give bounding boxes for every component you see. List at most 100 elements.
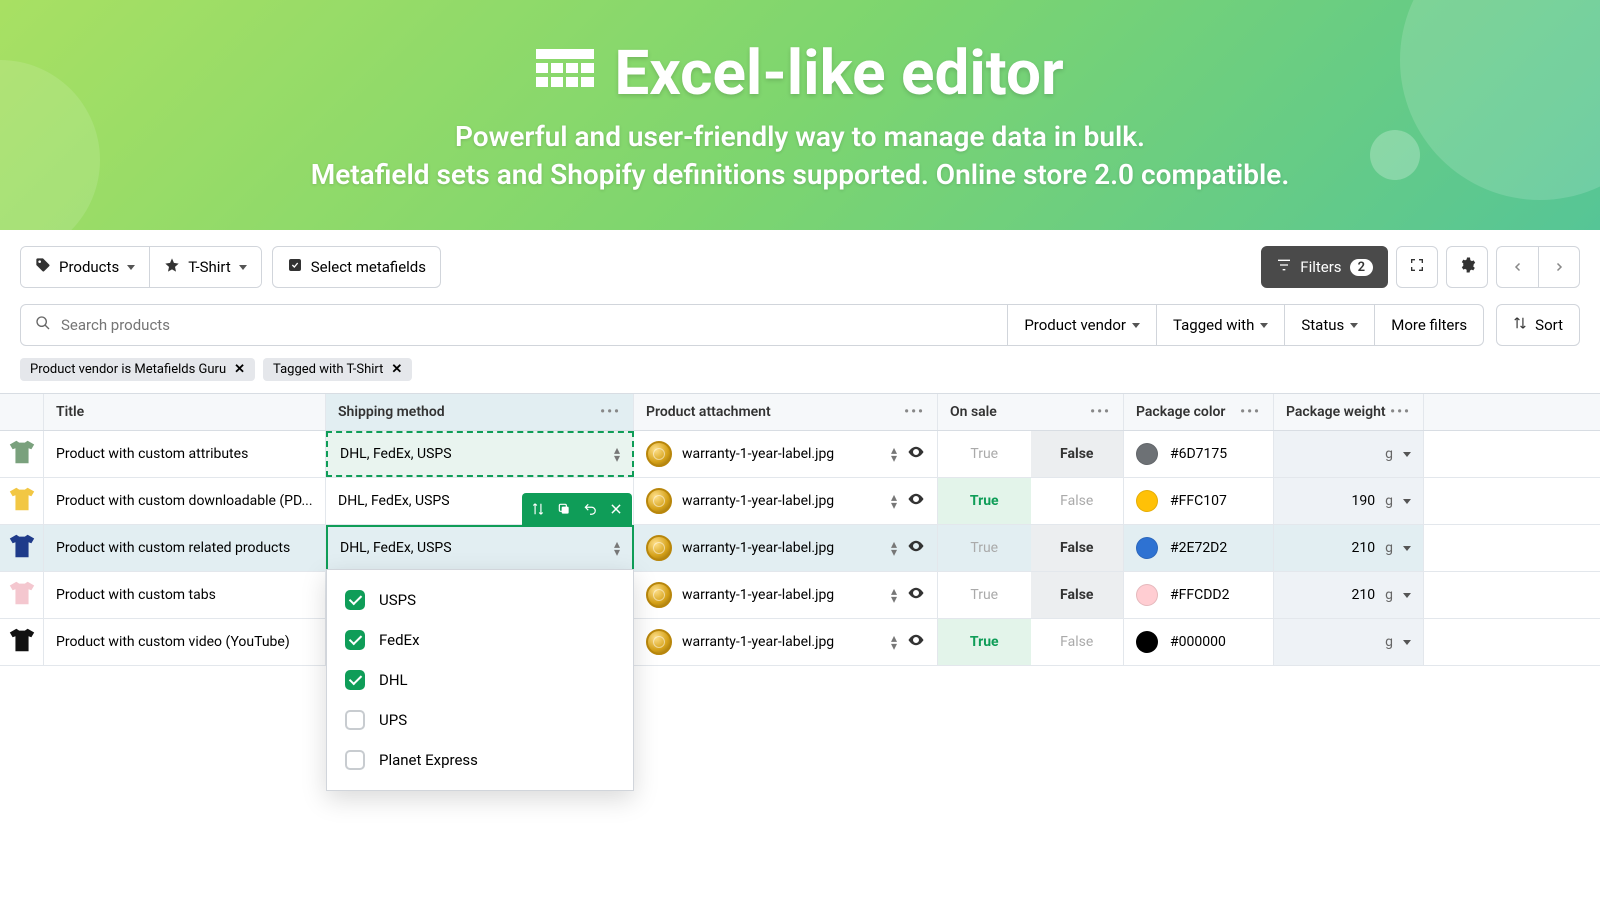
weight-cell[interactable]: g	[1274, 619, 1424, 665]
stepper-icon[interactable]: ▴▾	[891, 540, 897, 556]
stepper-icon[interactable]: ▴▾	[614, 446, 620, 462]
onsale-false[interactable]: False	[1031, 478, 1124, 524]
tagged-filter-dropdown[interactable]: Tagged with	[1157, 304, 1285, 346]
weight-cell[interactable]: 190g	[1274, 478, 1424, 524]
eye-icon[interactable]	[907, 537, 925, 559]
table-row[interactable]: Product with custom downloadable (PD...D…	[0, 478, 1600, 525]
col-onsale-header[interactable]: On sale•••	[938, 394, 1124, 430]
chevron-down-icon[interactable]	[1403, 499, 1411, 504]
col-weight-header[interactable]: Package weight•••	[1274, 394, 1424, 430]
stepper-icon[interactable]: ▴▾	[891, 446, 897, 462]
prev-button[interactable]	[1496, 246, 1538, 288]
chevron-down-icon[interactable]	[1403, 546, 1411, 551]
close-icon[interactable]: ✕	[234, 362, 245, 377]
onsale-cell[interactable]: True False	[938, 478, 1124, 524]
onsale-cell[interactable]: True False	[938, 619, 1124, 665]
column-menu-icon[interactable]: •••	[1240, 404, 1261, 420]
col-title-header[interactable]: Title	[44, 394, 326, 430]
color-cell[interactable]: #FFCDD2	[1124, 572, 1274, 618]
color-cell[interactable]: #2E72D2	[1124, 525, 1274, 571]
column-menu-icon[interactable]: •••	[1390, 404, 1411, 420]
swap-icon[interactable]	[526, 497, 550, 521]
column-menu-icon[interactable]: •••	[600, 404, 621, 420]
weight-cell[interactable]: g	[1274, 431, 1424, 477]
close-icon[interactable]: ✕	[391, 362, 402, 377]
products-dropdown[interactable]: Products	[21, 247, 149, 287]
onsale-cell[interactable]: True False	[938, 572, 1124, 618]
select-metafields-button[interactable]: Select metafields	[272, 246, 441, 288]
product-title-cell[interactable]: Product with custom tabs	[44, 572, 326, 618]
table-row[interactable]: Product with custom video (YouTube) ▴▾ wa…	[0, 619, 1600, 666]
tshirt-dropdown[interactable]: T-Shirt	[149, 247, 261, 287]
shipping-method-cell[interactable]: DHL, FedEx, USPS▴▾	[326, 431, 634, 477]
shipping-method-cell[interactable]: DHL, FedEx, USPS▴▾ USPSFedExDHLUPSPlanet…	[326, 525, 634, 571]
eye-icon[interactable]	[907, 490, 925, 512]
col-attachment-header[interactable]: Product attachment•••	[634, 394, 938, 430]
copy-icon[interactable]	[552, 497, 576, 521]
attachment-cell[interactable]: warranty-1-year-label.jpg ▴▾	[634, 431, 938, 477]
filters-button[interactable]: Filters 2	[1261, 246, 1388, 288]
onsale-false[interactable]: False	[1031, 525, 1124, 571]
filter-chip[interactable]: Product vendor is Metafields Guru✕	[20, 358, 255, 381]
eye-icon[interactable]	[907, 631, 925, 653]
dropdown-option[interactable]: FedEx	[327, 620, 633, 660]
eye-icon[interactable]	[907, 584, 925, 606]
eye-icon[interactable]	[907, 443, 925, 465]
dropdown-option[interactable]: DHL	[327, 660, 633, 700]
col-shipping-header[interactable]: Shipping method•••	[326, 394, 634, 430]
checkbox-icon[interactable]	[345, 710, 365, 730]
product-title-cell[interactable]: Product with custom downloadable (PD...	[44, 478, 326, 524]
shipping-dropdown[interactable]: USPSFedExDHLUPSPlanet Express	[326, 569, 634, 791]
vendor-filter-dropdown[interactable]: Product vendor	[1008, 304, 1157, 346]
close-icon[interactable]	[604, 497, 628, 521]
checkbox-icon[interactable]	[345, 670, 365, 690]
chevron-down-icon[interactable]	[1403, 452, 1411, 457]
chevron-down-icon[interactable]	[1403, 593, 1411, 598]
attachment-cell[interactable]: warranty-1-year-label.jpg ▴▾	[634, 478, 938, 524]
onsale-false[interactable]: False	[1031, 572, 1124, 618]
stepper-icon[interactable]: ▴▾	[891, 587, 897, 603]
onsale-true[interactable]: True	[938, 572, 1031, 618]
table-row[interactable]: Product with custom attributesDHL, FedEx…	[0, 431, 1600, 478]
stepper-icon[interactable]: ▴▾	[614, 540, 620, 556]
onsale-true[interactable]: True	[938, 619, 1031, 665]
weight-cell[interactable]: 210g	[1274, 572, 1424, 618]
onsale-cell[interactable]: True False	[938, 431, 1124, 477]
stepper-icon[interactable]: ▴▾	[891, 634, 897, 650]
attachment-cell[interactable]: warranty-1-year-label.jpg ▴▾	[634, 619, 938, 665]
table-row[interactable]: Product with custom related productsDHL,…	[0, 525, 1600, 572]
search-box[interactable]	[20, 304, 1008, 346]
checkbox-icon[interactable]	[345, 750, 365, 770]
onsale-true[interactable]: True	[938, 478, 1031, 524]
onsale-true[interactable]: True	[938, 525, 1031, 571]
dropdown-option[interactable]: UPS	[327, 700, 633, 740]
attachment-cell[interactable]: warranty-1-year-label.jpg ▴▾	[634, 572, 938, 618]
onsale-false[interactable]: False	[1031, 431, 1124, 477]
next-button[interactable]	[1538, 246, 1580, 288]
search-input[interactable]	[61, 316, 993, 334]
dropdown-option[interactable]: Planet Express	[327, 740, 633, 780]
product-title-cell[interactable]: Product with custom attributes	[44, 431, 326, 477]
attachment-cell[interactable]: warranty-1-year-label.jpg ▴▾	[634, 525, 938, 571]
chevron-down-icon[interactable]	[1403, 640, 1411, 645]
onsale-false[interactable]: False	[1031, 619, 1124, 665]
checkbox-icon[interactable]	[345, 590, 365, 610]
column-menu-icon[interactable]: •••	[904, 404, 925, 420]
color-cell[interactable]: #000000	[1124, 619, 1274, 665]
table-row[interactable]: Product with custom tabs ▴▾ warranty-1-ye…	[0, 572, 1600, 619]
undo-icon[interactable]	[578, 497, 602, 521]
filter-chip[interactable]: Tagged with T-Shirt✕	[263, 358, 412, 381]
checkbox-icon[interactable]	[345, 630, 365, 650]
more-filters-button[interactable]: More filters	[1375, 304, 1484, 346]
product-title-cell[interactable]: Product with custom video (YouTube)	[44, 619, 326, 665]
stepper-icon[interactable]: ▴▾	[891, 493, 897, 509]
sort-button[interactable]: Sort	[1496, 304, 1580, 346]
settings-button[interactable]	[1446, 246, 1488, 288]
weight-cell[interactable]: 210g	[1274, 525, 1424, 571]
color-cell[interactable]: #6D7175	[1124, 431, 1274, 477]
product-title-cell[interactable]: Product with custom related products	[44, 525, 326, 571]
col-color-header[interactable]: Package color•••	[1124, 394, 1274, 430]
status-filter-dropdown[interactable]: Status	[1285, 304, 1375, 346]
color-cell[interactable]: #FFC107	[1124, 478, 1274, 524]
onsale-cell[interactable]: True False	[938, 525, 1124, 571]
